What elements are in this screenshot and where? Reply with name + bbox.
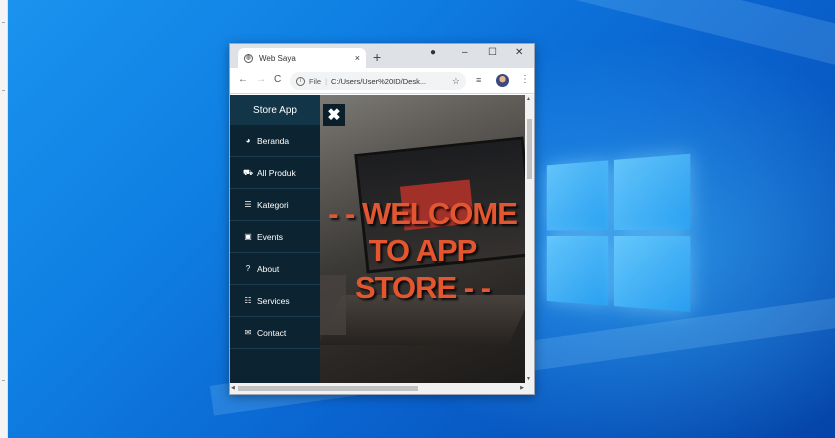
sidebar-item-beranda[interactable]: ◕ Beranda <box>230 125 320 157</box>
url-scheme: File <box>309 76 322 86</box>
scroll-down-icon[interactable]: ▼ <box>526 376 531 382</box>
minimize-button[interactable]: – <box>462 46 468 60</box>
sidebar-item-label: Contact <box>257 327 287 338</box>
close-sidebar-button[interactable]: ✖ <box>323 104 345 126</box>
globe-icon: ◍ <box>244 53 253 63</box>
sidebar-title: Store App <box>230 95 320 125</box>
sidebar: Store App ◕ Beranda ⛟ All Produk ☰ Kateg… <box>230 95 320 383</box>
sidebar-item-label: Kategori <box>257 199 289 210</box>
browser-tab[interactable]: ◍ Web Saya × <box>238 48 366 68</box>
url-separator: | <box>325 76 328 86</box>
dashboard-icon: ◕ <box>245 136 251 145</box>
vertical-scrollbar[interactable]: ▲ ▼ <box>525 95 534 383</box>
scrollbar-thumb[interactable] <box>238 386 418 391</box>
scroll-up-icon[interactable]: ▲ <box>526 96 531 102</box>
edge-tick <box>2 380 5 381</box>
browser-titlebar[interactable]: ◍ Web Saya × + ● – ☐ ✕ <box>230 44 534 68</box>
sidebar-item-label: Events <box>257 231 283 242</box>
scrollbar-thumb[interactable] <box>527 119 532 179</box>
calendar-icon: ▣ <box>244 232 252 241</box>
cart-icon: ⛟ <box>242 167 254 177</box>
page-viewport: Store App ◕ Beranda ⛟ All Produk ☰ Kateg… <box>230 95 525 383</box>
sidebar-item-events[interactable]: ▣ Events <box>230 221 320 253</box>
envelope-icon: ✉ <box>244 328 252 337</box>
horizontal-scrollbar[interactable]: ◀ ▶ <box>230 383 534 394</box>
forward-button[interactable]: → <box>256 74 266 86</box>
windows-logo-icon <box>546 153 691 317</box>
info-icon[interactable]: i <box>296 76 305 86</box>
sidebar-item-label: Beranda <box>257 135 290 146</box>
tab-close-icon[interactable]: × <box>355 53 360 63</box>
sidebar-item-about[interactable]: ? About <box>230 253 320 285</box>
scroll-right-icon[interactable]: ▶ <box>520 385 524 391</box>
list-icon: ☰ <box>244 200 252 209</box>
menu-dots-icon[interactable]: ⋮ <box>520 74 530 86</box>
sidebar-item-kategori[interactable]: ☰ Kategori <box>230 189 320 221</box>
sidebar-item-label: About <box>257 263 280 274</box>
tab-title: Web Saya <box>259 53 296 63</box>
left-screen-edge <box>0 0 8 438</box>
sidebar-item-contact[interactable]: ✉ Contact <box>230 317 320 349</box>
profile-avatar[interactable] <box>496 74 509 87</box>
tab-search-icon[interactable]: ● <box>430 46 436 60</box>
reload-button[interactable]: C <box>274 74 281 86</box>
edge-tick <box>2 90 5 91</box>
sliders-icon: ☷ <box>244 296 252 305</box>
scroll-left-icon[interactable]: ◀ <box>231 385 235 391</box>
question-icon: ? <box>245 264 251 273</box>
maximize-button[interactable]: ☐ <box>488 46 497 60</box>
browser-toolbar: ← → C i File | C:/Users/User%20ID/Desk..… <box>230 68 534 94</box>
sidebar-item-label: All Produk <box>257 167 296 178</box>
sidebar-item-services[interactable]: ☷ Services <box>230 285 320 317</box>
sidebar-item-all-produk[interactable]: ⛟ All Produk <box>230 157 320 189</box>
new-tab-button[interactable]: + <box>373 49 381 65</box>
reading-list-icon[interactable]: ≡ <box>476 74 481 86</box>
sidebar-item-label: Services <box>257 295 290 306</box>
url-text[interactable]: C:/Users/User%20ID/Desk... <box>331 77 452 86</box>
close-window-button[interactable]: ✕ <box>515 46 523 60</box>
bookmark-star-icon[interactable]: ☆ <box>452 76 460 87</box>
address-bar[interactable]: i File | C:/Users/User%20ID/Desk... ☆ <box>290 72 466 90</box>
back-button[interactable]: ← <box>238 74 248 86</box>
edge-tick <box>2 22 5 23</box>
welcome-headline: - - WELCOME TO APP STORE - - <box>328 196 518 305</box>
browser-window: ◍ Web Saya × + ● – ☐ ✕ ← → C i File | C:… <box>229 43 535 395</box>
